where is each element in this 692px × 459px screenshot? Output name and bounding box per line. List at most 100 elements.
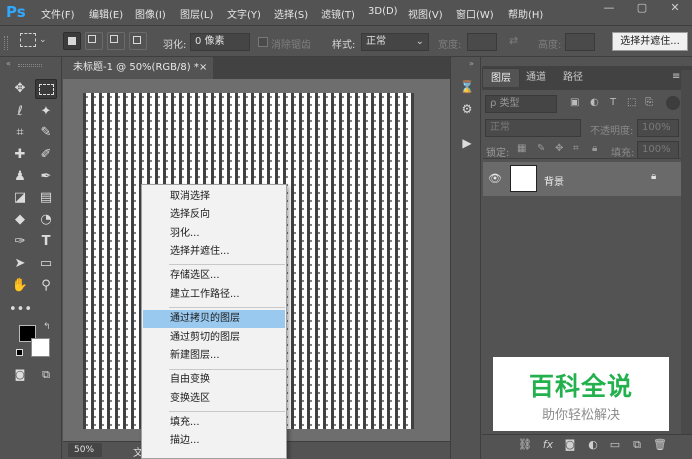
background-color-swatch[interactable] (31, 338, 50, 357)
antialias-checkbox[interactable] (258, 37, 268, 47)
new-selection-button[interactable] (63, 32, 81, 50)
screen-mode-icon[interactable]: ⧉ (35, 365, 57, 385)
lasso-tool-icon[interactable]: ℓ (9, 102, 31, 122)
layer-name[interactable]: 背景 (544, 173, 564, 188)
tab-channels[interactable]: 通道 (518, 68, 554, 87)
menu-stroke[interactable]: 描边... (143, 432, 285, 450)
hand-tool-icon[interactable]: ✋ (9, 276, 31, 296)
menu-feather[interactable]: 羽化... (143, 225, 285, 243)
tab-layers[interactable]: 图层 (482, 68, 520, 87)
add-selection-button[interactable] (85, 32, 103, 50)
swap-icon[interactable]: ⇄ (509, 34, 518, 47)
menu-deselect[interactable]: 取消选择 (143, 188, 285, 206)
eraser-tool-icon[interactable]: ◪ (9, 188, 31, 208)
gradient-tool-icon[interactable]: ▤ (35, 188, 57, 208)
filter-adjustment-icon[interactable]: ◐ (590, 97, 599, 108)
menu-make-work-path[interactable]: 建立工作路径... (143, 286, 285, 304)
fill-input[interactable]: 100% (637, 141, 679, 159)
actions-play-icon[interactable]: ▶ (457, 133, 477, 153)
quick-mask-icon[interactable]: ◙ (9, 365, 31, 385)
subtract-selection-button[interactable] (107, 32, 125, 50)
filter-pixel-icon[interactable]: ▣ (570, 97, 579, 108)
menu-image[interactable]: 图像(I) (135, 6, 166, 21)
history-panel-icon[interactable]: ⌛ (457, 77, 477, 97)
tab-paths[interactable]: 路径 (555, 68, 591, 87)
new-layer-icon[interactable]: ⧉ (629, 437, 645, 453)
fx-icon[interactable]: fx (540, 437, 556, 453)
intersect-selection-button[interactable] (129, 32, 147, 50)
close-window-button[interactable]: ✕ (658, 0, 692, 18)
menu-window[interactable]: 窗口(W) (456, 6, 494, 21)
lock-transparent-icon[interactable]: ▦ (517, 143, 526, 154)
layer-filter-select[interactable]: ρ 类型 (485, 95, 557, 113)
blur-tool-icon[interactable]: ◆ (9, 210, 31, 230)
collapse-arrows-icon[interactable]: « (6, 59, 11, 68)
collapse-arrows-icon[interactable]: » (469, 59, 474, 68)
lock-position-icon[interactable]: ✥ (555, 143, 563, 154)
menu-new-layer[interactable]: 新建图层... (143, 347, 285, 365)
swap-colors-icon[interactable]: ↰ (43, 322, 51, 332)
adjustment-icon[interactable]: ◐ (585, 437, 601, 453)
panel-menu-icon[interactable]: ≡ (672, 71, 680, 82)
menu-file[interactable]: 文件(F) (41, 6, 75, 21)
stamp-tool-icon[interactable]: ♟ (9, 167, 31, 187)
filter-type-icon[interactable]: T (610, 97, 616, 108)
crop-tool-icon[interactable]: ⌗ (9, 123, 31, 143)
width-input[interactable] (467, 33, 497, 51)
menu-layer-via-cut[interactable]: 通过剪切的图层 (143, 329, 285, 347)
eye-visibility-icon[interactable]: 👁︎ (488, 172, 502, 185)
menu-select[interactable]: 选择(S) (274, 6, 308, 21)
menu-3d[interactable]: 3D(D) (368, 6, 398, 17)
menu-select-and-mask[interactable]: 选择并遮住... (143, 243, 285, 261)
menu-layer-via-copy[interactable]: 通过拷贝的图层 (143, 310, 285, 328)
default-colors-icon[interactable] (16, 349, 23, 356)
height-input[interactable] (565, 33, 595, 51)
menu-layer[interactable]: 图层(L) (180, 6, 213, 21)
menu-save-selection[interactable]: 存储选区... (143, 267, 285, 285)
minimize-button[interactable]: — (592, 0, 626, 18)
lock-pixels-icon[interactable]: ✎ (537, 143, 545, 154)
brush-tool-icon[interactable]: ✐ (35, 145, 57, 165)
marquee-tool-icon[interactable] (35, 79, 57, 99)
path-select-icon[interactable]: ➤ (9, 254, 31, 274)
trash-icon[interactable]: 🗑︎ (652, 437, 668, 453)
zoom-level-field[interactable]: 50% (68, 443, 102, 457)
filter-shape-icon[interactable]: ⬚ (627, 97, 636, 108)
marquee-preset-icon[interactable] (20, 33, 36, 47)
close-tab-icon[interactable]: × (199, 57, 207, 79)
filter-toggle-icon[interactable] (666, 96, 680, 110)
magic-wand-icon[interactable]: ✦ (35, 102, 57, 122)
blend-mode-select[interactable]: 正常 (485, 119, 581, 137)
rectangle-tool-icon[interactable]: ▭ (35, 254, 57, 274)
lock-all-icon[interactable]: 🔒︎ (592, 143, 597, 154)
type-tool-icon[interactable]: T (35, 232, 57, 252)
menu-free-transform[interactable]: 自由变换 (143, 371, 285, 389)
menu-filter[interactable]: 滤镜(T) (321, 6, 355, 21)
layers-scrollbar[interactable] (681, 70, 692, 434)
more-tools-icon[interactable]: ••• (9, 300, 32, 320)
chevron-down-icon[interactable]: ⌄ (39, 35, 47, 45)
eyedropper-icon[interactable]: ✎ (35, 123, 57, 143)
feather-input[interactable]: 0 像素 (190, 33, 250, 51)
mask-icon[interactable]: ◙ (562, 437, 578, 453)
healing-brush-icon[interactable]: ✚ (9, 145, 31, 165)
lock-artboard-icon[interactable]: ⌗ (573, 143, 579, 154)
group-icon[interactable]: ▭ (607, 437, 623, 453)
select-and-mask-button[interactable]: 选择并遮住... (612, 32, 688, 51)
properties-panel-icon[interactable]: ⚙ (457, 99, 477, 119)
menu-fill[interactable]: 填充... (143, 414, 285, 432)
opacity-input[interactable]: 100% (637, 119, 679, 137)
menu-type[interactable]: 文字(Y) (227, 6, 261, 21)
zoom-tool-icon[interactable]: ⚲ (35, 276, 57, 296)
menu-view[interactable]: 视图(V) (408, 6, 443, 21)
link-icon[interactable]: ⛓ (517, 437, 533, 453)
menu-edit[interactable]: 编辑(E) (89, 6, 123, 21)
document-tab[interactable]: 未标题-1 @ 50%(RGB/8) * × (63, 57, 213, 79)
menu-help[interactable]: 帮助(H) (508, 6, 543, 21)
move-tool-icon[interactable]: ✥ (9, 79, 31, 99)
dodge-tool-icon[interactable]: ◔ (35, 210, 57, 230)
menu-transform-selection[interactable]: 变换选区 (143, 390, 285, 408)
filter-smart-object-icon[interactable]: ⎘ (645, 97, 653, 108)
pen-tool-icon[interactable]: ✑ (9, 232, 31, 252)
maximize-button[interactable]: ▢ (625, 0, 659, 18)
